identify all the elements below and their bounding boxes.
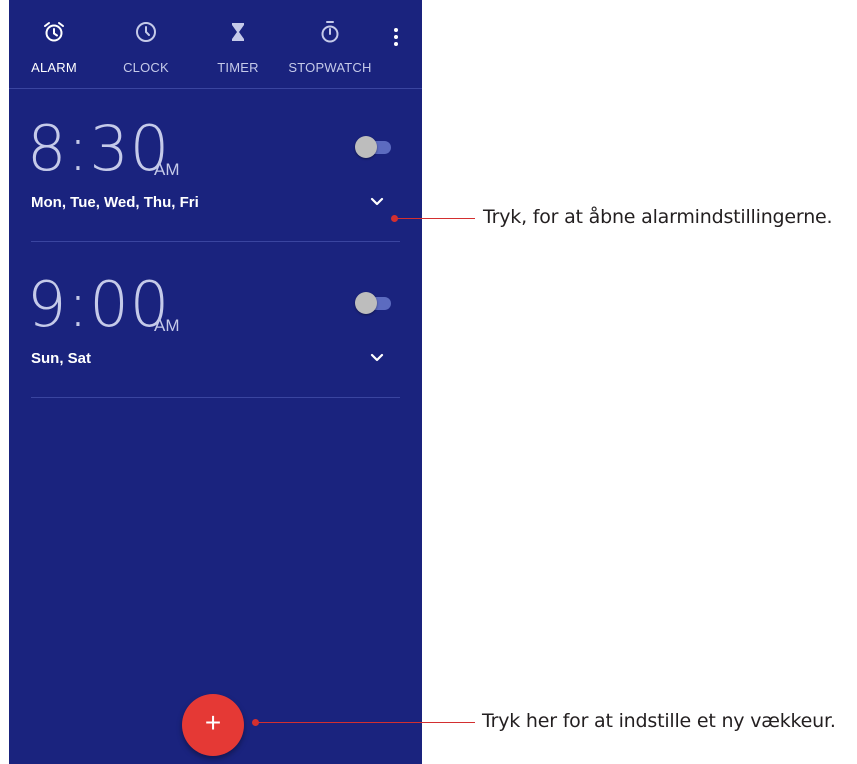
tab-timer-label: TIMER xyxy=(217,60,259,75)
clock-icon xyxy=(136,22,156,42)
divider xyxy=(31,397,400,398)
alarm-toggle[interactable] xyxy=(355,292,393,314)
toggle-thumb xyxy=(355,292,377,314)
callout-line xyxy=(395,218,475,219)
plus-icon: + xyxy=(204,707,222,738)
alarm-clock-icon xyxy=(44,22,64,42)
callout-line xyxy=(256,722,475,723)
alarm-period[interactable]: AM xyxy=(154,316,180,336)
tab-bar: ALARM CLOCK TIMER STOPWATCH xyxy=(9,0,422,89)
alarm-period[interactable]: AM xyxy=(154,160,180,180)
chevron-down-icon[interactable] xyxy=(367,348,387,368)
alarm-time[interactable]: 9:00 xyxy=(27,274,170,336)
tab-stopwatch-label: STOPWATCH xyxy=(288,60,372,75)
alarm-app-screen: ALARM CLOCK TIMER STOPWATCH 8:30 AM Mon,… xyxy=(9,0,422,764)
tab-timer[interactable]: TIMER xyxy=(193,0,283,88)
tab-alarm-label: ALARM xyxy=(31,60,77,75)
stopwatch-icon xyxy=(321,21,339,43)
hourglass-icon xyxy=(232,23,244,41)
alarm-days[interactable]: Mon, Tue, Wed, Thu, Fri xyxy=(31,194,199,211)
divider xyxy=(31,241,400,242)
add-alarm-button[interactable]: + xyxy=(182,694,244,756)
alarm-time[interactable]: 8:30 xyxy=(27,118,170,180)
tab-stopwatch[interactable]: STOPWATCH xyxy=(285,0,375,88)
more-options-icon[interactable] xyxy=(387,22,407,52)
toggle-thumb xyxy=(355,136,377,158)
tab-clock[interactable]: CLOCK xyxy=(101,0,191,88)
alarm-toggle[interactable] xyxy=(355,136,393,158)
tab-clock-label: CLOCK xyxy=(123,60,169,75)
tab-alarm[interactable]: ALARM xyxy=(9,0,99,88)
alarm-item: 9:00 AM Sun, Sat xyxy=(9,246,422,402)
alarm-days[interactable]: Sun, Sat xyxy=(31,350,91,367)
callout-new-alarm-text: Tryk her for at indstille et ny vækkeur. xyxy=(482,710,836,732)
chevron-down-icon[interactable] xyxy=(367,192,387,212)
alarm-item: 8:30 AM Mon, Tue, Wed, Thu, Fri xyxy=(9,90,422,246)
callout-settings-text: Tryk, for at åbne alarmindstillingerne. xyxy=(483,206,833,228)
